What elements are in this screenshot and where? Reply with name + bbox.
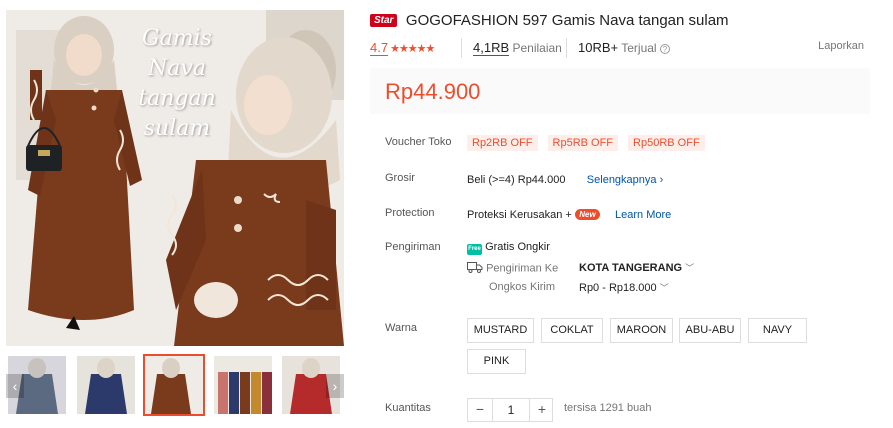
overlay-line-2: tangan sulam xyxy=(138,86,216,141)
rating-block[interactable]: 4.7 ★★★★★ xyxy=(370,40,435,56)
sold-count: 10RB+ xyxy=(578,40,619,55)
stock-text: tersisa 1291 buah xyxy=(564,402,652,414)
truck-icon xyxy=(467,261,483,276)
divider xyxy=(566,38,567,58)
sold-block: 10RB+ Terjual ? xyxy=(578,40,670,55)
product-gallery: Gamis Nava tangan sulam ‹ › xyxy=(6,10,344,416)
protection-label: Protection xyxy=(385,207,435,219)
thumbnail-4[interactable] xyxy=(212,354,274,416)
reviews-block[interactable]: 4,1RB Penilaian xyxy=(473,40,562,56)
learn-more-link[interactable]: Learn More xyxy=(615,209,671,221)
chevron-down-icon: ﹀ xyxy=(685,263,695,273)
ship-cost-label: Ongkos Kirim xyxy=(489,281,556,293)
quantity-input[interactable]: 1 xyxy=(492,399,530,421)
variant-option-pink[interactable]: PINK xyxy=(467,349,526,374)
image-overlay-title: Gamis Nava tangan sulam xyxy=(112,24,242,144)
report-link[interactable]: Laporkan xyxy=(818,40,864,52)
shipping-details: Free Gratis Ongkir Pengiriman Ke KOTA TA… xyxy=(467,241,767,301)
variant-option-maroon[interactable]: MAROON xyxy=(610,318,673,343)
grosir-more-link[interactable]: Selengkapnya › xyxy=(587,174,663,186)
free-shipping-icon: Free xyxy=(467,244,482,255)
title-row: Star GOGOFASHION 597 Gamis Nava tangan s… xyxy=(370,12,870,30)
quantity-stepper: − 1 + xyxy=(467,398,553,422)
reviews-label: Penilaian xyxy=(512,41,562,55)
rating-value: 4.7 xyxy=(370,40,389,56)
grosir-text: Beli (>=4) Rp44.000 xyxy=(467,174,566,186)
ship-cost-dropdown[interactable]: Rp0 - Rp18.000 ﹀ xyxy=(579,281,669,294)
grosir-value: Beli (>=4) Rp44.000 Selengkapnya › xyxy=(467,172,663,186)
variant-label: Warna xyxy=(385,322,417,334)
variant-option-mustard[interactable]: MUSTARD xyxy=(467,318,534,343)
voucher-list: Rp2RB OFF Rp5RB OFF Rp50RB OFF xyxy=(467,135,715,151)
help-icon[interactable]: ? xyxy=(659,44,670,54)
protection-text: Proteksi Kerusakan + xyxy=(467,209,572,221)
product-stats: 4.7 ★★★★★ 4,1RB Penilaian 10RB+ Terjual ?… xyxy=(370,38,864,60)
grosir-label: Grosir xyxy=(385,172,415,184)
voucher-chip[interactable]: Rp5RB OFF xyxy=(547,135,619,151)
product-title: GOGOFASHION 597 Gamis Nava tangan sulam xyxy=(405,12,729,29)
voucher-chip[interactable]: Rp2RB OFF xyxy=(467,135,538,151)
shipping-row: Pengiriman Free Gratis Ongkir Pengiriman… xyxy=(385,241,870,301)
ship-to-line: Pengiriman Ke xyxy=(467,261,558,276)
star-seller-badge: Star xyxy=(370,14,398,27)
quantity-row: Kuantitas − 1 + tersisa 1291 buah xyxy=(385,398,870,422)
thumbnail-3-selected[interactable] xyxy=(143,354,205,416)
reviews-count: 4,1RB xyxy=(473,40,510,56)
product-price: Rp44.900 xyxy=(385,79,481,104)
thumbnail-2[interactable] xyxy=(75,354,137,416)
quantity-decrease-button[interactable]: − xyxy=(468,399,492,421)
free-shipping-line: Free Gratis Ongkir xyxy=(467,241,550,255)
chevron-right-icon[interactable]: › xyxy=(326,374,344,398)
voucher-chip[interactable]: Rp50RB OFF xyxy=(628,135,705,151)
ship-to-value: KOTA TANGERANG xyxy=(579,262,683,274)
divider xyxy=(461,38,462,58)
main-product-image[interactable]: Gamis Nava tangan sulam xyxy=(6,10,344,346)
protection-value: Proteksi Kerusakan + New Learn More xyxy=(467,207,671,221)
shipping-label: Pengiriman xyxy=(385,241,441,253)
sold-label: Terjual xyxy=(621,41,657,55)
variant-option-navy[interactable]: NAVY xyxy=(748,318,807,343)
new-badge: New xyxy=(575,209,600,220)
thumbnail-strip: ‹ › xyxy=(6,354,344,420)
ship-to-label: Pengiriman Ke xyxy=(486,262,559,275)
grosir-more-label: Selengkapnya xyxy=(586,174,657,186)
quantity-increase-button[interactable]: + xyxy=(530,399,554,421)
quantity-label: Kuantitas xyxy=(385,402,431,414)
price-section: Rp44.900 xyxy=(370,68,870,114)
free-shipping-text: Gratis Ongkir xyxy=(485,241,550,253)
ship-cost-line: Ongkos Kirim xyxy=(489,281,555,293)
voucher-label: Voucher Toko xyxy=(385,136,452,148)
chevron-down-icon: ﹀ xyxy=(659,283,669,293)
overlay-line-1: Gamis Nava xyxy=(142,26,212,81)
star-rating-icon: ★★★★★ xyxy=(390,43,435,55)
chevron-right-icon: › xyxy=(659,174,664,186)
variant-row: Warna MUSTARD COKLAT MAROON ABU-ABU NAVY… xyxy=(385,318,870,378)
chevron-left-icon[interactable]: ‹ xyxy=(6,374,24,398)
variant-option-coklat[interactable]: COKLAT xyxy=(541,318,603,343)
variant-option-abu-abu[interactable]: ABU-ABU xyxy=(679,318,741,343)
ship-cost-value: Rp0 - Rp18.000 xyxy=(579,282,657,294)
ship-to-dropdown[interactable]: KOTA TANGERANG ﹀ xyxy=(579,261,694,274)
